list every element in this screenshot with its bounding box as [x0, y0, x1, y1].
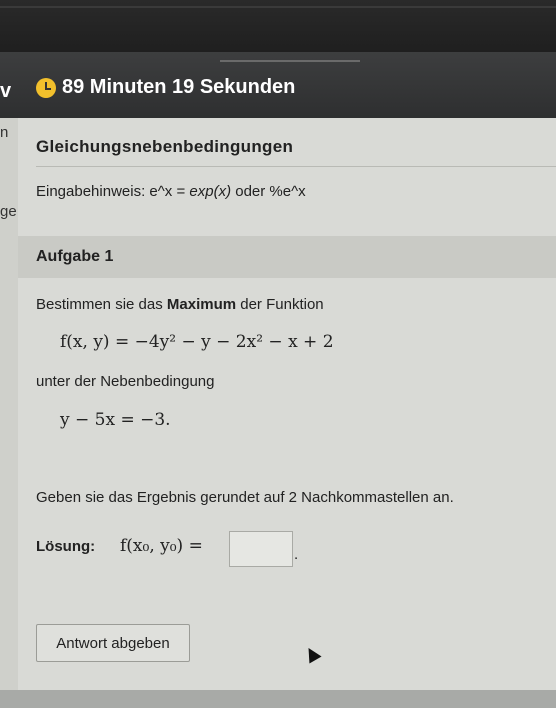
constraint-formula: y − 5x = −3.	[60, 410, 171, 430]
top-bar-line	[0, 6, 556, 8]
solution-label: Lösung:	[36, 538, 96, 555]
sidebar-fragment-mid: ge	[0, 203, 17, 220]
hint-code: exp(x)	[189, 183, 232, 200]
hint-prefix: Eingabehinweis: e^x =	[36, 183, 190, 200]
answer-input[interactable]	[229, 531, 293, 567]
task-intro-before: Bestimmen sie das	[36, 296, 167, 313]
hint-suffix: oder %e^x	[231, 183, 306, 200]
bottom-strip	[0, 690, 556, 708]
sidebar-fragment-top: n	[0, 124, 9, 141]
input-hint: Eingabehinweis: e^x = exp(x) oder %e^x	[36, 183, 306, 200]
section-title: Gleichungsnebenbedingungen	[36, 137, 294, 156]
task-title: Aufgabe 1	[36, 248, 114, 265]
mouse-cursor-icon	[302, 644, 322, 664]
timer: 89 Minuten 19 Sekunden	[36, 76, 295, 99]
solution-period: .	[294, 546, 299, 563]
instruction-text: Geben sie das Ergebnis gerundet auf 2 Na…	[36, 489, 454, 506]
section-divider	[36, 166, 556, 167]
solution-expression: f(x₀, y₀) =	[120, 536, 203, 556]
function-formula: f(x, y) = −4y² − y − 2x² − x + 2	[60, 332, 334, 352]
clock-icon	[36, 77, 56, 98]
task-intro: Bestimmen sie das Maximum der Funktion	[36, 296, 324, 313]
task-intro-after: der Funktion	[236, 296, 324, 313]
submit-answer-button[interactable]: Antwort abgeben	[36, 624, 190, 662]
timer-bar-highlight	[220, 60, 360, 62]
constraint-intro: unter der Nebenbedingung	[36, 373, 215, 390]
top-bar	[0, 0, 556, 52]
task-intro-bold: Maximum	[166, 296, 237, 313]
header-left-fragment: v	[0, 80, 12, 102]
timer-text: 89 Minuten 19 Sekunden	[62, 76, 296, 98]
